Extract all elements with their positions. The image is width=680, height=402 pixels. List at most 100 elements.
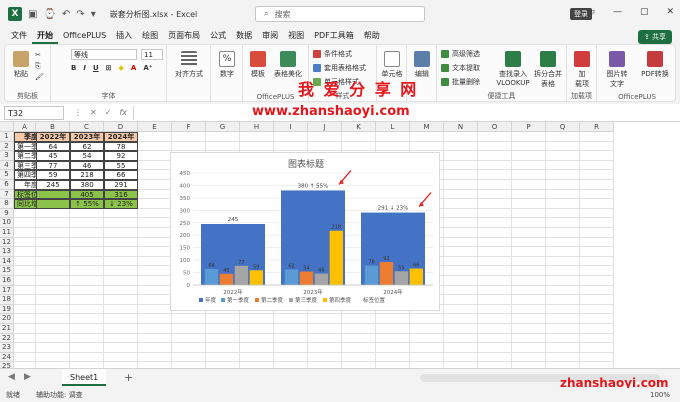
cell[interactable] (512, 141, 546, 152)
cell[interactable] (308, 132, 342, 142)
font-size-select[interactable]: 11 (141, 49, 163, 60)
cell[interactable] (546, 285, 580, 296)
cell[interactable] (580, 333, 614, 344)
tab-3[interactable]: 插入 (111, 28, 137, 44)
cell[interactable] (444, 141, 478, 152)
table-cell[interactable]: 92 (104, 151, 138, 161)
cell[interactable] (240, 141, 274, 152)
row-header-16[interactable]: 16 (0, 276, 14, 286)
cell[interactable] (444, 228, 478, 238)
cell[interactable] (410, 333, 444, 344)
cell[interactable] (512, 228, 546, 238)
cell[interactable] (36, 285, 70, 296)
cell[interactable] (444, 352, 478, 363)
name-box[interactable]: T32 (4, 105, 64, 120)
cell[interactable] (14, 218, 36, 228)
cell[interactable] (206, 324, 240, 334)
undo-icon[interactable]: ↶ (62, 9, 70, 20)
cell[interactable] (138, 285, 172, 296)
cell[interactable] (444, 343, 478, 353)
cell[interactable] (36, 237, 70, 248)
cell[interactable] (206, 314, 240, 324)
cell[interactable] (308, 352, 342, 363)
cell[interactable] (14, 343, 36, 353)
cell[interactable] (478, 266, 512, 276)
cell[interactable] (478, 208, 512, 219)
cell[interactable] (580, 276, 614, 286)
cell[interactable] (478, 276, 512, 286)
cell[interactable] (240, 132, 274, 142)
cell[interactable] (546, 160, 580, 171)
cell[interactable] (444, 208, 478, 219)
cell[interactable] (36, 324, 70, 334)
cell[interactable] (512, 352, 546, 363)
cell[interactable] (14, 228, 36, 238)
cell[interactable] (36, 228, 70, 238)
cell[interactable] (546, 189, 580, 200)
cell[interactable] (580, 285, 614, 296)
sheet-tab[interactable]: Sheet1 (62, 369, 107, 386)
cell[interactable] (546, 295, 580, 305)
cell[interactable] (546, 170, 580, 180)
cell[interactable] (138, 170, 172, 180)
row-header-11[interactable]: 11 (0, 228, 14, 238)
cell[interactable] (138, 266, 172, 276)
cell[interactable] (478, 132, 512, 142)
tab-0[interactable]: 文件 (6, 28, 32, 44)
cell[interactable] (36, 208, 70, 219)
fx-icon[interactable]: fx (119, 108, 127, 117)
cell[interactable] (478, 247, 512, 257)
table-cell[interactable]: 66 (104, 170, 138, 180)
cell[interactable] (206, 352, 240, 363)
cell[interactable] (580, 218, 614, 228)
table-cell[interactable]: 245 (36, 180, 70, 190)
cell[interactable] (172, 343, 206, 353)
cell[interactable] (70, 276, 104, 286)
cell[interactable] (444, 266, 478, 276)
cell[interactable] (138, 333, 172, 344)
cell[interactable] (444, 314, 478, 324)
cell[interactable] (70, 228, 104, 238)
cell[interactable] (546, 141, 580, 152)
cell[interactable] (172, 352, 206, 363)
cell[interactable] (580, 180, 614, 190)
cell[interactable] (138, 314, 172, 324)
cell[interactable] (546, 208, 580, 219)
batch-delete-button[interactable]: 批量删除 (441, 77, 480, 87)
italic-icon[interactable]: I (83, 64, 86, 72)
table-header-cell[interactable]: 2022年 (36, 132, 70, 142)
cell[interactable] (14, 295, 36, 305)
cell[interactable] (36, 266, 70, 276)
cell[interactable] (274, 324, 308, 334)
cell[interactable] (376, 324, 410, 334)
cell[interactable] (172, 324, 206, 334)
column-header-G[interactable]: G (206, 122, 240, 132)
paste-button[interactable]: 粘贴 (11, 51, 31, 79)
addin-button[interactable]: 加 载项 (570, 51, 594, 89)
cell[interactable] (308, 333, 342, 344)
cell[interactable] (376, 132, 410, 142)
cell[interactable] (138, 247, 172, 257)
cell[interactable] (104, 295, 138, 305)
cell[interactable] (36, 304, 70, 315)
cell[interactable] (478, 180, 512, 190)
cell[interactable] (478, 228, 512, 238)
row-header-14[interactable]: 14 (0, 256, 14, 267)
tab-2[interactable]: OfficePLUS (58, 28, 111, 44)
cell[interactable] (14, 208, 36, 219)
cell[interactable] (580, 247, 614, 257)
cell[interactable] (308, 343, 342, 353)
enter-icon[interactable]: ✓ (105, 108, 112, 117)
cell[interactable] (512, 237, 546, 248)
cell[interactable] (546, 266, 580, 276)
cell[interactable] (206, 343, 240, 353)
cell[interactable] (512, 314, 546, 324)
table-cell[interactable]: 77 (36, 160, 70, 171)
cell[interactable] (478, 170, 512, 180)
cell[interactable] (546, 314, 580, 324)
cell[interactable] (342, 333, 376, 344)
close-icon[interactable]: ✕ (666, 7, 674, 17)
cell[interactable] (240, 352, 274, 363)
cell[interactable] (410, 324, 444, 334)
cell[interactable] (36, 343, 70, 353)
